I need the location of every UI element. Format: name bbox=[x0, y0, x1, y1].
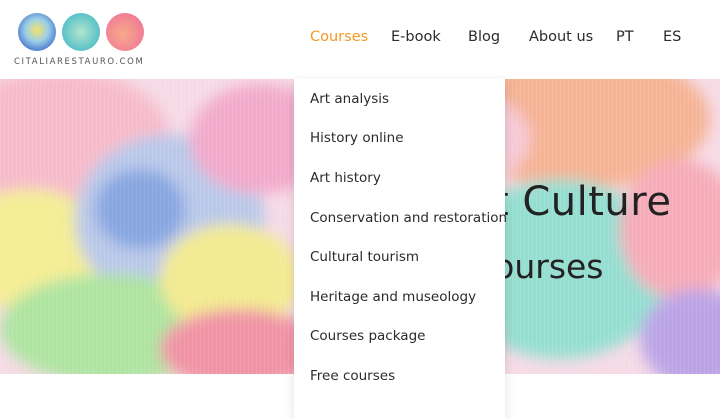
menu-item-cultural-tourism[interactable]: Cultural tourism bbox=[310, 249, 419, 265]
menu-item-heritage-museology[interactable]: Heritage and museology bbox=[310, 289, 476, 305]
menu-item-history-online[interactable]: History online bbox=[310, 130, 404, 146]
nav-language-pt[interactable]: PT bbox=[616, 29, 634, 45]
main-nav: Courses E-book Blog About us PT ES bbox=[0, 29, 720, 49]
nav-ebook[interactable]: E-book bbox=[391, 29, 441, 45]
menu-item-conservation-restoration[interactable]: Conservation and restoration bbox=[310, 210, 507, 226]
courses-dropdown-menu: Art analysis History online Art history … bbox=[294, 79, 507, 419]
menu-item-art-analysis[interactable]: Art analysis bbox=[310, 91, 389, 107]
menu-item-courses-package[interactable]: Courses package bbox=[310, 328, 425, 344]
menu-item-free-courses[interactable]: Free courses bbox=[310, 368, 395, 384]
nav-language-es[interactable]: ES bbox=[663, 29, 681, 45]
logo-wordmark: CITALIARESTAURO.COM bbox=[14, 57, 145, 67]
menu-item-art-history[interactable]: Art history bbox=[310, 170, 381, 186]
nav-about-us[interactable]: About us bbox=[529, 29, 593, 45]
nav-courses[interactable]: Courses bbox=[310, 29, 368, 45]
nav-blog[interactable]: Blog bbox=[468, 29, 500, 45]
site-header: CITALIARESTAURO.COM Courses E-book Blog … bbox=[0, 0, 720, 79]
